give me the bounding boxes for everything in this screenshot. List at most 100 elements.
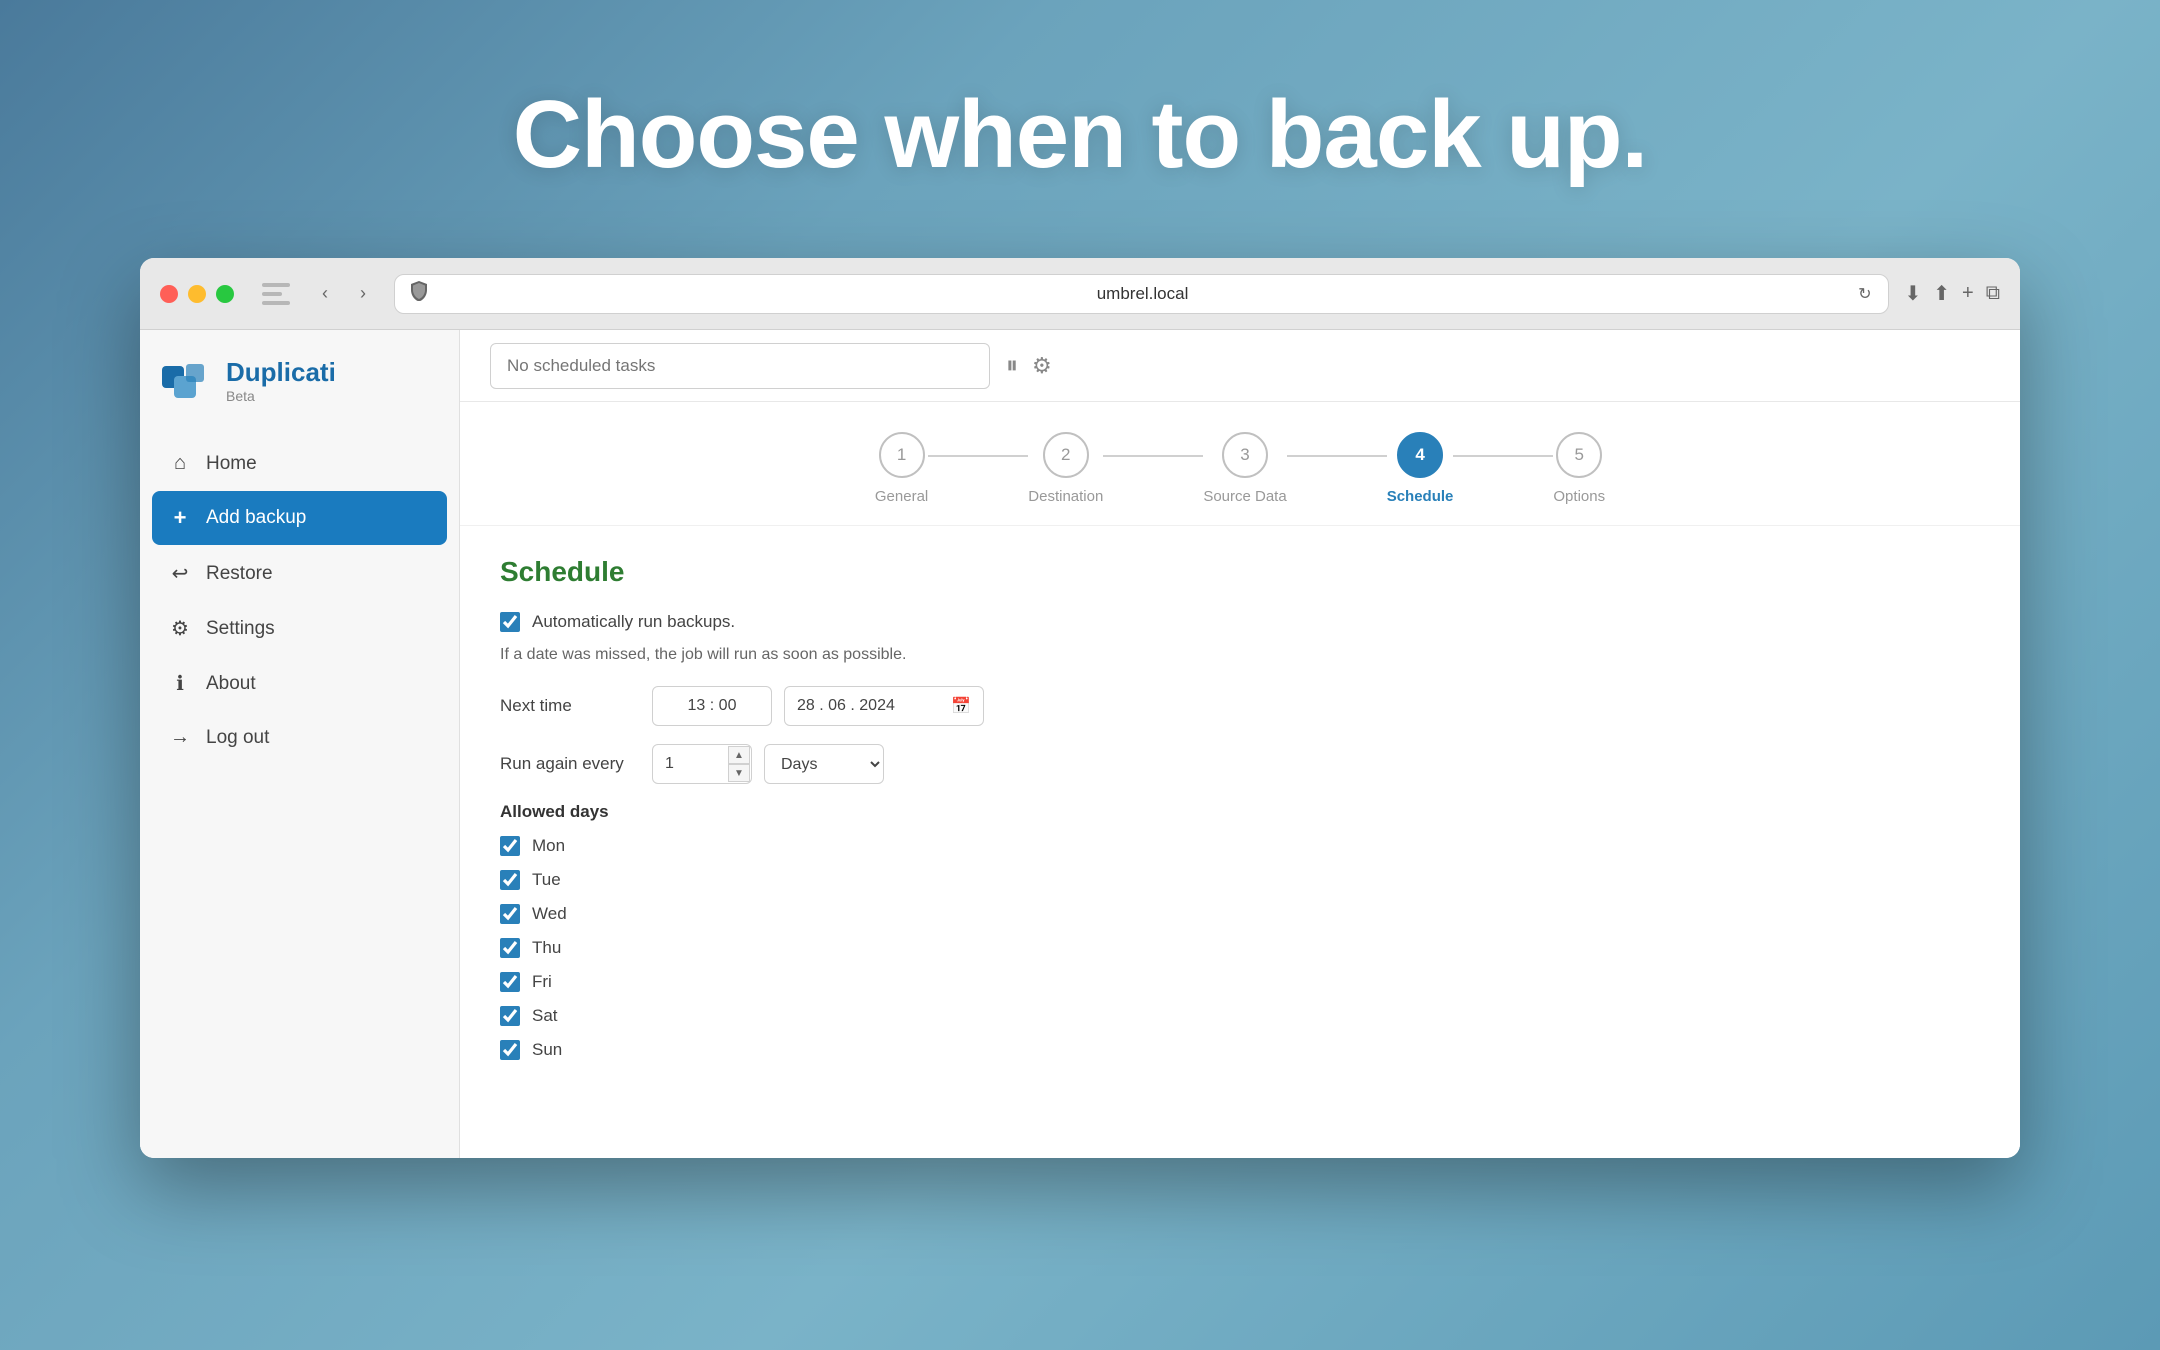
step-label-1: General [875, 488, 928, 505]
sidebar-toggle-icon[interactable] [262, 283, 290, 305]
home-icon: ⌂ [168, 452, 192, 475]
step-circle-2: 2 [1043, 432, 1089, 478]
day-label-sun: Sun [532, 1040, 562, 1060]
allowed-days-title: Allowed days [500, 802, 1980, 822]
interval-input-wrapper: ▲ ▼ [652, 744, 752, 784]
day-label-tue: Tue [532, 870, 561, 890]
browser-content: Duplicati Beta ⌂ Home + Add backup ↩ Res… [140, 330, 2020, 1158]
app-logo [160, 354, 212, 406]
day-checkbox-sat[interactable] [500, 1006, 520, 1026]
sidebar-label-settings: Settings [206, 618, 275, 640]
day-label-thu: Thu [532, 938, 561, 958]
day-checkbox-thu[interactable] [500, 938, 520, 958]
allowed-days-section: Allowed days Mon Tue Wed [500, 802, 1980, 1060]
step-connector-1-2 [928, 455, 1028, 457]
step-circle-4: 4 [1397, 432, 1443, 478]
sidebar-item-add-backup[interactable]: + Add backup [152, 491, 447, 545]
traffic-light-red[interactable] [160, 285, 178, 303]
calendar-icon: 📅 [951, 696, 971, 716]
day-checkbox-mon[interactable] [500, 836, 520, 856]
day-checkbox-fri[interactable] [500, 972, 520, 992]
form-content: Schedule Automatically run backups. If a… [460, 526, 2020, 1158]
sidebar-item-logout[interactable]: → Log out [152, 712, 447, 763]
logout-icon: → [168, 726, 192, 749]
run-again-label: Run again every [500, 754, 640, 774]
day-checkbox-tue[interactable] [500, 870, 520, 890]
top-bar-actions: ⏸ ⚙ [1006, 352, 1052, 380]
step-circle-5: 5 [1556, 432, 1602, 478]
step-circle-3: 3 [1222, 432, 1268, 478]
address-text: umbrel.local [437, 284, 1848, 304]
number-spinners: ▲ ▼ [728, 746, 750, 782]
day-row-fri: Fri [500, 972, 1980, 992]
back-button[interactable]: ‹ [310, 279, 340, 309]
day-label-mon: Mon [532, 836, 565, 856]
day-row-sat: Sat [500, 1006, 1980, 1026]
app-name: Duplicati [226, 357, 336, 388]
date-input[interactable]: 28 . 06 . 2024 📅 [784, 686, 984, 726]
time-input[interactable] [652, 686, 772, 726]
traffic-light-green[interactable] [216, 285, 234, 303]
app-sidebar: Duplicati Beta ⌂ Home + Add backup ↩ Res… [140, 330, 460, 1158]
sidebar-label-home: Home [206, 453, 257, 475]
day-row-mon: Mon [500, 836, 1980, 856]
auto-run-checkbox[interactable] [500, 612, 520, 632]
forward-button[interactable]: › [348, 279, 378, 309]
day-row-thu: Thu [500, 938, 1980, 958]
sidebar-item-settings[interactable]: ⚙ Settings [152, 602, 447, 655]
tabs-icon[interactable]: ⧉ [1986, 282, 2000, 305]
pause-icon[interactable]: ⏸ [1006, 352, 1018, 380]
app-name-group: Duplicati Beta [226, 357, 336, 404]
settings-gear-icon[interactable]: ⚙ [1032, 353, 1052, 379]
day-label-wed: Wed [532, 904, 567, 924]
wizard-step-3[interactable]: 3 Source Data [1203, 432, 1286, 505]
sidebar-item-home[interactable]: ⌂ Home [152, 438, 447, 489]
step-label-5: Options [1553, 488, 1605, 505]
step-connector-4-5 [1453, 455, 1553, 457]
interval-unit-select[interactable]: Minutes Hours Days Weeks Months [764, 744, 884, 784]
day-row-tue: Tue [500, 870, 1980, 890]
top-bar: ⏸ ⚙ [460, 330, 2020, 402]
status-input[interactable] [490, 343, 990, 389]
sidebar-label-add-backup: Add backup [206, 507, 306, 529]
run-again-group: Run again every ▲ ▼ Minutes Hours Days W… [500, 744, 1980, 784]
spinner-up[interactable]: ▲ [728, 746, 750, 764]
date-value: 28 . 06 . 2024 [797, 697, 895, 715]
step-connector-3-4 [1287, 455, 1387, 457]
share-icon[interactable]: ⬆ [1933, 281, 1950, 306]
add-icon: + [168, 505, 192, 531]
settings-icon: ⚙ [168, 616, 192, 641]
step-label-3: Source Data [1203, 488, 1286, 505]
sidebar-item-restore[interactable]: ↩ Restore [152, 547, 447, 600]
main-content: ⏸ ⚙ 1 General 2 [460, 330, 2020, 1158]
security-icon [411, 281, 427, 306]
browser-actions: ⬇ ⬆ + ⧉ [1905, 281, 2001, 306]
address-bar[interactable]: umbrel.local ↻ [394, 274, 1889, 314]
day-row-wed: Wed [500, 904, 1980, 924]
download-icon[interactable]: ⬇ [1905, 281, 1922, 306]
wizard-step-1[interactable]: 1 General [875, 432, 928, 505]
wizard-step-4[interactable]: 4 Schedule [1387, 432, 1454, 505]
browser-chrome: ‹ › umbrel.local ↻ ⬇ ⬆ + ⧉ [140, 258, 2020, 330]
new-tab-icon[interactable]: + [1962, 282, 1974, 305]
traffic-lights [160, 285, 234, 303]
nav-menu: ⌂ Home + Add backup ↩ Restore ⚙ Settings… [140, 430, 459, 771]
sidebar-label-restore: Restore [206, 563, 273, 585]
wizard-container: 1 General 2 Destination 3 [460, 402, 2020, 526]
day-checkbox-wed[interactable] [500, 904, 520, 924]
wizard-step-5[interactable]: 5 Options [1553, 432, 1605, 505]
traffic-light-yellow[interactable] [188, 285, 206, 303]
info-icon: ℹ [168, 671, 192, 696]
app-badge: Beta [226, 388, 336, 404]
nav-buttons: ‹ › [310, 279, 378, 309]
sidebar-item-about[interactable]: ℹ About [152, 657, 447, 710]
day-checkbox-sun[interactable] [500, 1040, 520, 1060]
reload-button[interactable]: ↻ [1858, 284, 1871, 304]
restore-icon: ↩ [168, 561, 192, 586]
step-label-2: Destination [1028, 488, 1103, 505]
hint-text: If a date was missed, the job will run a… [500, 646, 1980, 664]
wizard-step-2[interactable]: 2 Destination [1028, 432, 1103, 505]
spinner-down[interactable]: ▼ [728, 764, 750, 782]
sidebar-label-logout: Log out [206, 727, 269, 749]
app-header: Duplicati Beta [140, 330, 459, 430]
